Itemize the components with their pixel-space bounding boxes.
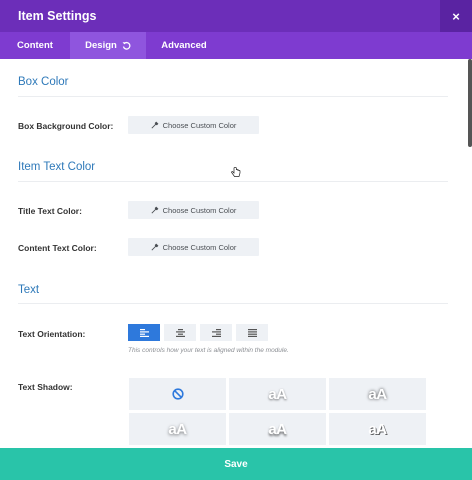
text-shadow-option[interactable]: aA [329,413,426,445]
save-button-label: Save [224,458,248,470]
section-title-item-text-color: Item Text Color [18,161,96,173]
tab-advanced-label: Advanced [161,40,207,51]
align-justify-button[interactable] [236,324,268,341]
tab-content[interactable]: Content [0,32,70,59]
box-background-color-button-label: Choose Custom Color [162,120,237,130]
content-text-color-button[interactable]: Choose Custom Color [128,238,259,256]
text-shadow-option[interactable]: aA [129,413,226,445]
align-center-button[interactable] [164,324,196,341]
content-text-color-button-label: Choose Custom Color [162,242,237,252]
close-icon: × [452,8,460,24]
text-shadow-option[interactable]: aA [329,378,426,410]
section-title-box-color: Box Color [18,76,69,88]
text-shadow-sample: aA [368,420,387,438]
eyedropper-icon [151,243,159,251]
align-right-button[interactable] [200,324,232,341]
title-text-color-label: Title Text Color: [18,206,82,216]
tab-design[interactable]: Design [70,32,146,59]
undo-icon[interactable] [122,41,131,50]
box-background-color-label: Box Background Color: [18,121,114,131]
no-symbol-icon [171,388,184,400]
tab-design-label: Design [85,40,117,51]
divider [18,181,448,182]
eyedropper-icon [151,206,159,214]
divider [18,96,448,97]
align-left-button[interactable] [128,324,160,341]
title-text-color-button-label: Choose Custom Color [162,205,237,215]
box-background-color-button[interactable]: Choose Custom Color [128,116,259,134]
settings-content: Box Color Box Background Color: Choose C… [0,59,466,448]
title-text-color-button[interactable]: Choose Custom Color [128,201,259,219]
text-orientation-help: This controls how your text is aligned w… [128,347,289,354]
text-shadow-option[interactable]: aA [229,413,326,445]
text-shadow-sample: aA [268,385,287,403]
text-shadow-none-option[interactable] [129,378,226,410]
modal-title: Item Settings [18,9,97,23]
hand-cursor-icon [231,167,241,177]
tab-advanced[interactable]: Advanced [146,32,222,59]
section-title-text: Text [18,284,40,296]
scrollbar[interactable] [466,59,472,448]
tab-content-label: Content [17,40,53,51]
text-shadow-label: Text Shadow: [18,382,73,392]
align-right-icon [211,328,221,337]
text-shadow-sample: aA [268,420,287,438]
scrollbar-thumb[interactable] [468,59,472,147]
text-orientation-label: Text Orientation: [18,329,86,339]
text-shadow-sample: aA [368,385,387,403]
modal-header: Item Settings × [0,0,472,32]
close-button[interactable]: × [440,0,472,32]
text-shadow-option[interactable]: aA [229,378,326,410]
save-button[interactable]: Save [0,448,472,480]
tab-bar: Content Design Advanced [0,32,472,59]
text-shadow-sample: aA [168,420,187,438]
content-text-color-label: Content Text Color: [18,243,97,253]
align-left-icon [139,328,149,337]
eyedropper-icon [151,121,159,129]
divider [18,303,448,304]
align-justify-icon [247,328,257,337]
align-center-icon [175,328,185,337]
